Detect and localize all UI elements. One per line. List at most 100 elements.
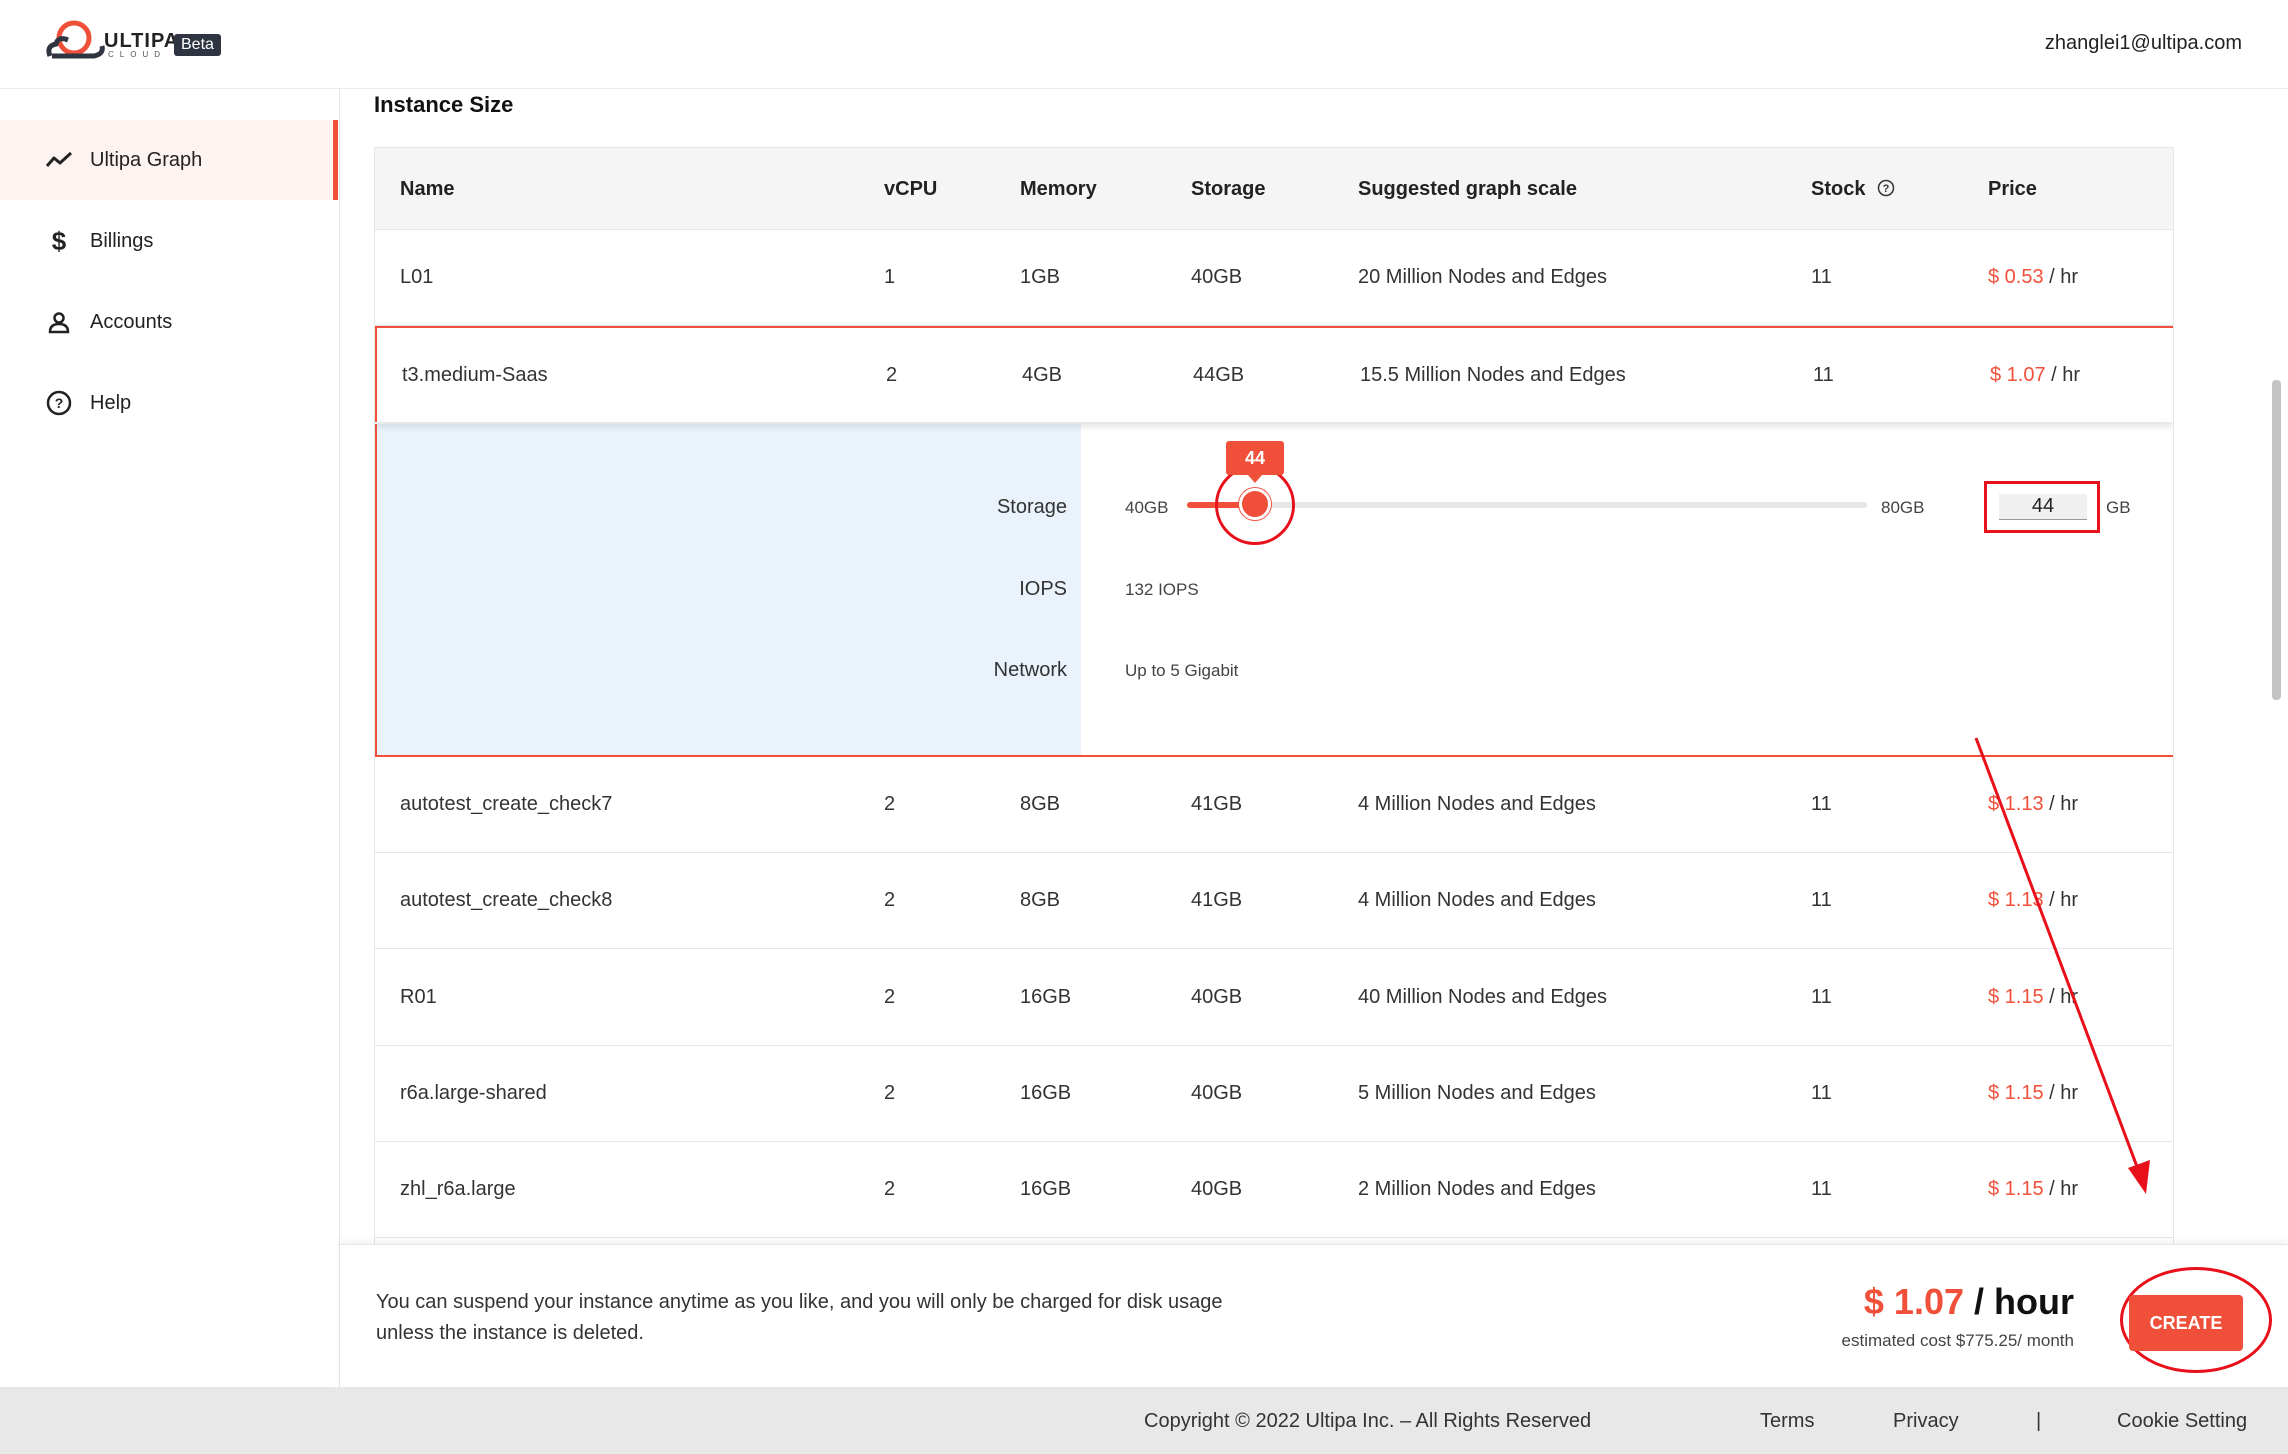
cell-stock: 11 — [1813, 364, 1834, 386]
brand-subtitle: CLOUD — [108, 50, 167, 59]
cell-price: $ 1.13 / hr — [1988, 889, 2078, 912]
cell-vcpu: 2 — [884, 793, 896, 815]
instance-size-table: Name vCPU Memory Storage Suggested graph… — [374, 147, 2174, 1244]
price-value: $ 1.15 — [1988, 1082, 2044, 1104]
hourly-price-value: $ 1.07 — [1863, 1281, 1964, 1322]
monthly-estimate: estimated cost $775.25/ month — [1841, 1331, 2074, 1350]
top-header: ULTIPA CLOUD Beta zhanglei1@ultipa.com — [0, 0, 2288, 89]
instance-detail-panel: Storage 40GB 44 80GB GB IOPS 132 IOPS Ne… — [375, 424, 2173, 757]
table-header: Name vCPU Memory Storage Suggested graph… — [375, 148, 2173, 230]
stock-header-label: Stock — [1811, 178, 1866, 200]
create-button[interactable]: CREATE — [2129, 1295, 2243, 1351]
cell-name: autotest_create_check8 — [400, 889, 613, 911]
cell-vcpu: 2 — [884, 1082, 896, 1104]
price-value: $ 1.07 — [1990, 364, 2046, 386]
sidebar-item-label: Help — [90, 391, 132, 414]
sidebar-item-ultipa-graph[interactable]: Ultipa Graph — [0, 120, 338, 200]
table-row[interactable]: L01 1 1GB 40GB 20 Million Nodes and Edges 11 $… — [375, 230, 2173, 326]
column-header-memory: Memory — [1020, 178, 1097, 200]
cell-storage: 41GB — [1191, 793, 1243, 815]
user-email-menu[interactable]: zhanglei1@ultipa.com — [2045, 32, 2242, 55]
hourly-price: $ 1.07 / hour — [1864, 1281, 2074, 1323]
column-header-price: Price — [1988, 178, 2037, 200]
page-scrollbar[interactable] — [2272, 380, 2281, 700]
cell-stock: 11 — [1811, 889, 1832, 911]
sidebar-item-billings[interactable]: $ Billings — [0, 201, 338, 281]
create-action-bar: You can suspend your instance anytime as… — [340, 1244, 2288, 1387]
table-row[interactable]: zhl_r6a.large 2 16GB 40GB 2 Million Nodes an… — [375, 1142, 2173, 1238]
dollar-icon: $ — [51, 225, 67, 256]
column-header-vcpu: vCPU — [884, 178, 938, 200]
cell-scale: 40 Million Nodes and Edges — [1358, 986, 1608, 1008]
cell-stock: 11 — [1811, 793, 1832, 815]
cell-price: $ 1.15 / hr — [1988, 1082, 2078, 1105]
cell-name: L01 — [400, 266, 434, 288]
cell-vcpu: 2 — [884, 986, 896, 1008]
cell-vcpu: 1 — [884, 266, 896, 288]
sidebar-item-label: Billings — [90, 229, 154, 252]
cell-scale: 15.5 Million Nodes and Edges — [1360, 364, 1626, 386]
cookie-setting-link[interactable]: Cookie Setting — [2117, 1410, 2247, 1433]
svg-text:?: ? — [55, 395, 64, 411]
cell-storage: 44GB — [1193, 364, 1245, 386]
cell-stock: 11 — [1811, 266, 1832, 288]
iops-value: 132 IOPS — [1125, 580, 1199, 599]
cell-storage: 41GB — [1191, 889, 1243, 911]
ultipa-logo-icon[interactable] — [44, 18, 110, 64]
user-icon — [44, 307, 74, 337]
footer-separator: | — [2036, 1410, 2042, 1432]
cell-price: $ 0.53 / hr — [1988, 266, 2078, 289]
slider-max-label: 80GB — [1881, 498, 1925, 517]
price-unit: / hr — [2045, 364, 2081, 386]
cell-memory: 1GB — [1020, 266, 1061, 288]
price-unit: / hr — [2043, 793, 2079, 815]
table-row[interactable]: autotest_create_check8 2 8GB 41GB 4 Million … — [375, 853, 2173, 949]
terms-link[interactable]: Terms — [1760, 1410, 1814, 1433]
cell-name: r6a.large-shared — [400, 1082, 547, 1104]
storage-slider-thumb[interactable] — [1239, 488, 1271, 520]
cell-name: t3.medium-Saas — [402, 364, 548, 386]
cell-scale: 5 Million Nodes and Edges — [1358, 1082, 1596, 1104]
column-header-storage: Storage — [1191, 178, 1266, 200]
sidebar-item-accounts[interactable]: Accounts — [0, 282, 338, 362]
cell-storage: 40GB — [1191, 986, 1243, 1008]
privacy-link[interactable]: Privacy — [1893, 1410, 1959, 1433]
price-unit: / hr — [2043, 266, 2079, 288]
cell-stock: 11 — [1811, 986, 1832, 1008]
column-header-scale: Suggested graph scale — [1358, 178, 1577, 200]
price-value: $ 1.13 — [1988, 793, 2044, 815]
cell-scale: 20 Million Nodes and Edges — [1358, 266, 1608, 288]
info-circle-icon[interactable]: ? — [1877, 179, 1895, 197]
cell-memory: 8GB — [1020, 793, 1061, 815]
price-value: $ 1.15 — [1988, 1178, 2044, 1200]
sidebar-item-label: Ultipa Graph — [90, 148, 203, 171]
table-row[interactable]: autotest_create_check7 2 8GB 41GB 4 Million … — [375, 757, 2173, 853]
iops-label: IOPS — [1019, 578, 1067, 600]
sidebar-item-label: Accounts — [90, 310, 173, 333]
price-unit: / hr — [2043, 1178, 2079, 1200]
trend-line-icon — [44, 145, 74, 175]
sidebar-item-help[interactable]: ? Help — [0, 363, 338, 443]
cell-name: zhl_r6a.large — [400, 1178, 516, 1200]
cell-vcpu: 2 — [886, 364, 898, 386]
cell-memory: 16GB — [1020, 1082, 1072, 1104]
slider-value-tooltip: 44 — [1226, 441, 1284, 483]
network-value: Up to 5 Gigabit — [1125, 661, 1239, 680]
cell-storage: 40GB — [1191, 1178, 1243, 1200]
cell-vcpu: 2 — [884, 889, 896, 911]
cell-scale: 4 Million Nodes and Edges — [1358, 889, 1596, 911]
svg-text:?: ? — [1883, 183, 1890, 195]
storage-number-input[interactable] — [1999, 494, 2087, 520]
table-row[interactable]: R01 2 16GB 40GB 40 Million Nodes and Edges 11… — [375, 950, 2173, 1046]
copyright-text: Copyright © 2022 Ultipa Inc. – All Right… — [1144, 1410, 1592, 1432]
table-row[interactable]: r6a.large-shared 2 16GB 40GB 5 Million Nodes… — [375, 1046, 2173, 1142]
page-footer: Copyright © 2022 Ultipa Inc. – All Right… — [0, 1387, 2288, 1454]
annotation-box-storage-input — [1984, 481, 2100, 533]
cell-memory: 4GB — [1022, 364, 1063, 386]
table-row-selected[interactable]: t3.medium-Saas 2 4GB 44GB 15.5 Million Nodes… — [375, 326, 2173, 422]
cell-scale: 2 Million Nodes and Edges — [1358, 1178, 1596, 1200]
suspend-notice: You can suspend your instance anytime as… — [376, 1291, 1223, 1344]
cell-storage: 40GB — [1191, 266, 1243, 288]
slider-min-label: 40GB — [1125, 498, 1169, 517]
cell-price: $ 1.15 / hr — [1988, 1178, 2078, 1201]
